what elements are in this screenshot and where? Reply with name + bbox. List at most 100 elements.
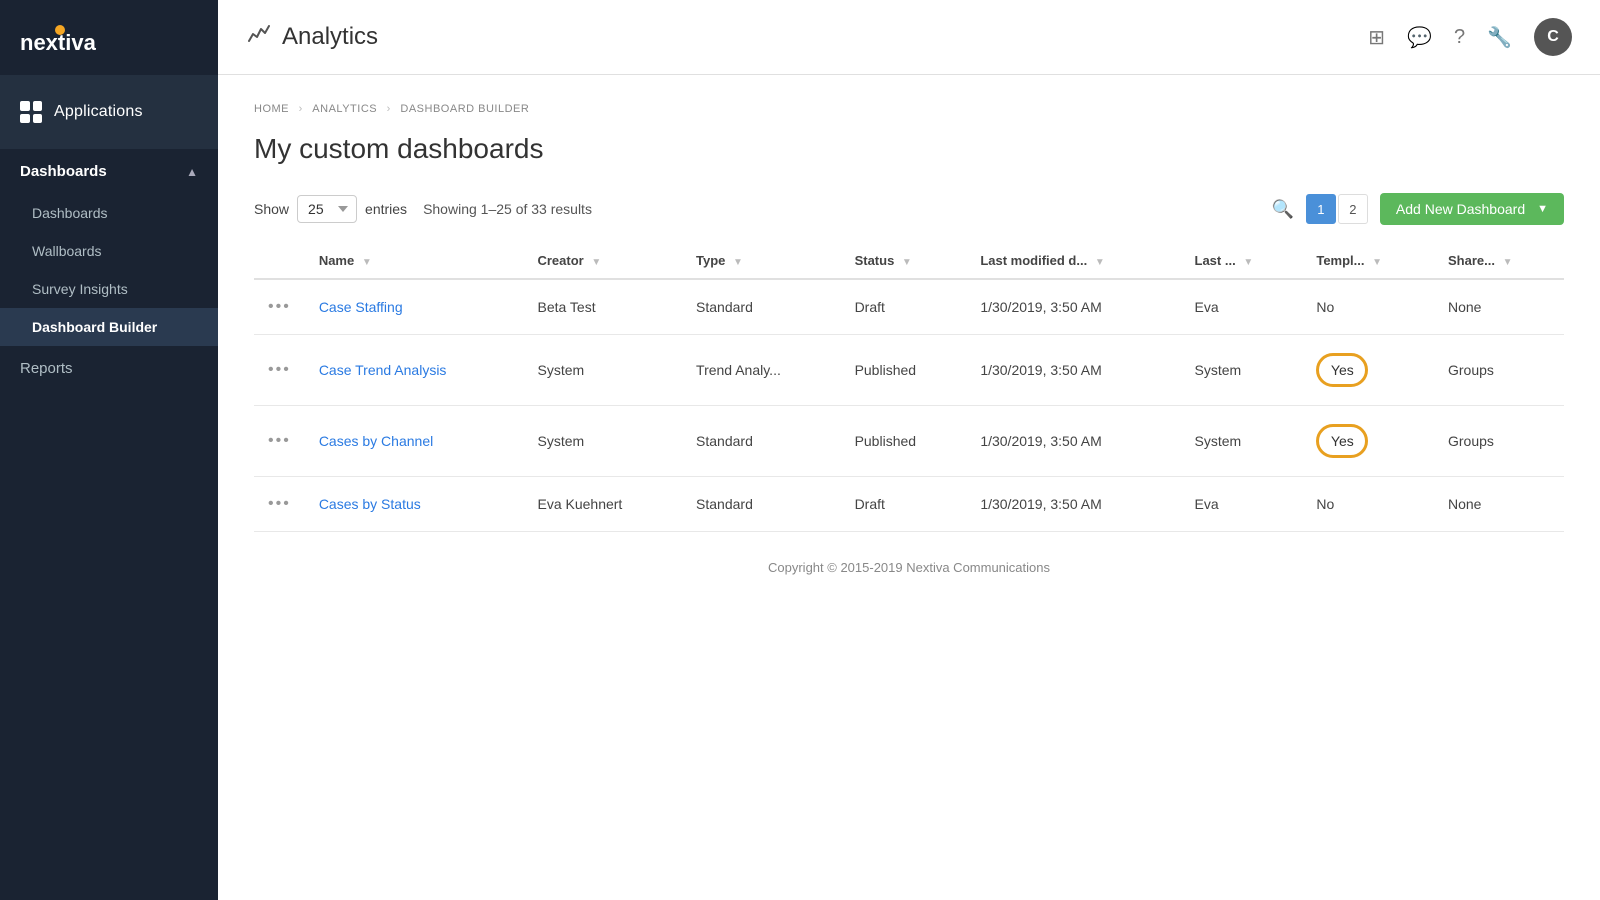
- type-sort-icon: ▼: [733, 257, 743, 268]
- last-user-col-header[interactable]: Last ... ▼: [1181, 243, 1303, 279]
- breadcrumb-sep-2: ›: [387, 103, 395, 115]
- creator-cell: Eva Kuehnert: [523, 477, 682, 532]
- entries-select[interactable]: 25 50 100: [297, 195, 357, 223]
- chat-icon[interactable]: 💬: [1407, 25, 1432, 50]
- footer-text: Copyright © 2015-2019 Nextiva Communicat…: [768, 560, 1050, 575]
- dashboards-header[interactable]: Dashboards ▲: [0, 149, 218, 194]
- name-cell[interactable]: Case Trend Analysis: [305, 335, 524, 406]
- shared-col-header[interactable]: Share... ▼: [1434, 243, 1564, 279]
- table-row: ••• Cases by Status Eva Kuehnert Standar…: [254, 477, 1564, 532]
- last-modified-cell: 1/30/2019, 3:50 AM: [966, 477, 1180, 532]
- sidebar-item-wallboards[interactable]: Wallboards: [0, 232, 218, 270]
- last-user-sort-icon: ▼: [1243, 257, 1253, 268]
- analytics-title: Analytics: [282, 23, 378, 51]
- row-menu-button[interactable]: •••: [268, 298, 291, 316]
- dropdown-arrow-icon: ▼: [1537, 203, 1548, 215]
- sidebar-applications-button[interactable]: Applications: [0, 75, 218, 149]
- main-content: Analytics ⊞ 💬 ? 🔧 C HOME › ANALYTICS › D…: [218, 0, 1600, 900]
- reports-label: Reports: [20, 360, 73, 377]
- breadcrumb-current: DASHBOARD BUILDER: [400, 103, 529, 115]
- creator-sort-icon: ▼: [591, 257, 601, 268]
- dashboards-label: Dashboards: [20, 163, 107, 180]
- row-menu-button[interactable]: •••: [268, 361, 291, 379]
- shared-cell: None: [1434, 279, 1564, 335]
- topbar-right: ⊞ 💬 ? 🔧 C: [1368, 18, 1572, 56]
- name-col-header[interactable]: Name ▼: [305, 243, 524, 279]
- table-row: ••• Cases by Channel System Standard Pub…: [254, 406, 1564, 477]
- status-col-header[interactable]: Status ▼: [841, 243, 967, 279]
- name-cell[interactable]: Case Staffing: [305, 279, 524, 335]
- chevron-up-icon: ▲: [186, 165, 198, 179]
- shared-cell: Groups: [1434, 406, 1564, 477]
- nextiva-logo: nextiva: [20, 20, 140, 56]
- show-label: Show: [254, 201, 289, 217]
- entries-label: entries: [365, 201, 407, 217]
- table-header-row: Name ▼ Creator ▼ Type ▼ Status ▼: [254, 243, 1564, 279]
- row-menu-button[interactable]: •••: [268, 432, 291, 450]
- search-button[interactable]: 🔍: [1272, 199, 1294, 220]
- add-dashboard-label: Add New Dashboard: [1396, 201, 1525, 217]
- table-row: ••• Case Staffing Beta Test Standard Dra…: [254, 279, 1564, 335]
- analytics-icon: [246, 21, 272, 53]
- creator-col-header[interactable]: Creator ▼: [523, 243, 682, 279]
- page-2-button[interactable]: 2: [1338, 194, 1368, 224]
- last-modified-cell: 1/30/2019, 3:50 AM: [966, 406, 1180, 477]
- breadcrumb-sep-1: ›: [299, 103, 307, 115]
- template-cell: No: [1302, 477, 1434, 532]
- type-cell: Standard: [682, 279, 841, 335]
- pagination: 1 2: [1306, 194, 1368, 224]
- name-cell[interactable]: Cases by Channel: [305, 406, 524, 477]
- dashboard-table: Name ▼ Creator ▼ Type ▼ Status ▼: [254, 243, 1564, 532]
- type-cell: Standard: [682, 406, 841, 477]
- table-body: ••• Case Staffing Beta Test Standard Dra…: [254, 279, 1564, 532]
- topbar: Analytics ⊞ 💬 ? 🔧 C: [218, 0, 1600, 75]
- table-toolbar-right: 🔍 1 2 Add New Dashboard ▼: [1272, 193, 1565, 225]
- user-avatar[interactable]: C: [1534, 18, 1572, 56]
- table-toolbar: Show 25 50 100 entries Showing 1–25 of 3…: [254, 193, 1564, 225]
- sidebar-item-dashboard-builder[interactable]: Dashboard Builder: [0, 308, 218, 346]
- applications-label: Applications: [54, 103, 143, 121]
- status-cell: Draft: [841, 477, 967, 532]
- breadcrumb-analytics[interactable]: ANALYTICS: [312, 103, 377, 115]
- template-cell: Yes: [1302, 335, 1434, 406]
- sidebar-item-dashboards[interactable]: Dashboards: [0, 194, 218, 232]
- yes-highlighted-badge: Yes: [1316, 353, 1368, 387]
- template-cell: No: [1302, 279, 1434, 335]
- type-cell: Standard: [682, 477, 841, 532]
- type-col-header[interactable]: Type ▼: [682, 243, 841, 279]
- last-user-cell: System: [1181, 406, 1303, 477]
- last-user-cell: Eva: [1181, 279, 1303, 335]
- status-cell: Published: [841, 335, 967, 406]
- name-cell[interactable]: Cases by Status: [305, 477, 524, 532]
- shared-cell: Groups: [1434, 335, 1564, 406]
- settings-icon[interactable]: 🔧: [1487, 25, 1512, 50]
- type-cell: Trend Analy...: [682, 335, 841, 406]
- sidebar-item-survey-insights[interactable]: Survey Insights: [0, 270, 218, 308]
- sidebar-logo: nextiva: [0, 0, 218, 75]
- creator-cell: System: [523, 335, 682, 406]
- topbar-left: Analytics: [246, 21, 378, 53]
- row-actions: •••: [254, 477, 305, 532]
- row-menu-button[interactable]: •••: [268, 495, 291, 513]
- status-sort-icon: ▼: [902, 257, 912, 268]
- last-modified-col-header[interactable]: Last modified d... ▼: [966, 243, 1180, 279]
- grid-icon[interactable]: ⊞: [1368, 25, 1385, 50]
- page-title: My custom dashboards: [254, 133, 1564, 165]
- sidebar-item-reports[interactable]: Reports: [0, 346, 218, 391]
- breadcrumb-home[interactable]: HOME: [254, 103, 289, 115]
- creator-cell: System: [523, 406, 682, 477]
- creator-cell: Beta Test: [523, 279, 682, 335]
- dashboards-section: Dashboards ▲ Dashboards Wallboards Surve…: [0, 149, 218, 346]
- last-user-cell: Eva: [1181, 477, 1303, 532]
- template-col-header[interactable]: Templ... ▼: [1302, 243, 1434, 279]
- actions-col-header: [254, 243, 305, 279]
- status-cell: Draft: [841, 279, 967, 335]
- add-dashboard-button[interactable]: Add New Dashboard ▼: [1380, 193, 1564, 225]
- shared-sort-icon: ▼: [1503, 257, 1513, 268]
- page-1-button[interactable]: 1: [1306, 194, 1336, 224]
- row-actions: •••: [254, 279, 305, 335]
- table-row: ••• Case Trend Analysis System Trend Ana…: [254, 335, 1564, 406]
- yes-highlighted-badge: Yes: [1316, 424, 1368, 458]
- svg-text:nextiva: nextiva: [20, 30, 97, 55]
- help-icon[interactable]: ?: [1454, 26, 1465, 49]
